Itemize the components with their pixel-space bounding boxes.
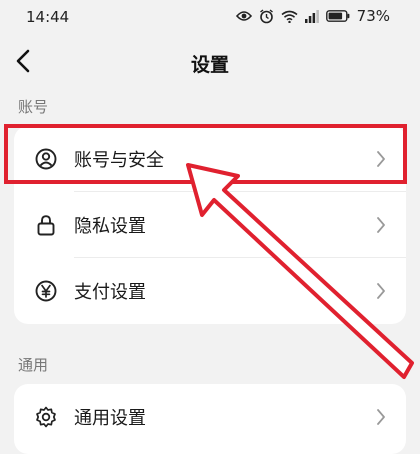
annotation-arrow [186,163,414,379]
